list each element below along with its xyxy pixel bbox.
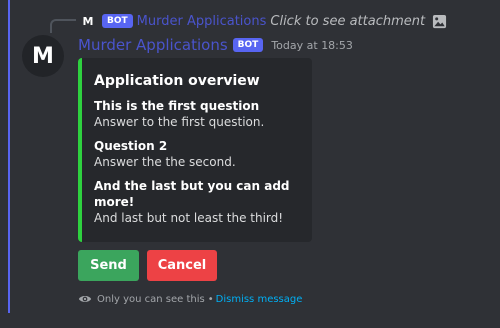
embed-field-value: Answer the the second. — [94, 155, 236, 169]
eye-icon — [78, 296, 92, 302]
embed-field: And the last but you can add more! And l… — [94, 178, 300, 226]
bot-badge: BOT — [232, 38, 264, 52]
application-embed: Application overview This is the first q… — [78, 58, 312, 242]
embed-field: This is the first question Answer to the… — [94, 98, 300, 130]
embed-field-name: And the last but you can add more! — [94, 179, 290, 209]
ephemeral-text: Only you can see this — [97, 293, 205, 305]
reply-connector — [50, 19, 76, 33]
reply-attachment-link[interactable]: Click to see attachment — [270, 14, 425, 29]
ephemeral-separator: • — [207, 293, 214, 305]
reply-author-name[interactable]: Murder Applications — [137, 14, 267, 29]
message-timestamp[interactable]: Today at 18:53 — [271, 39, 353, 52]
embed-field-value: And last but not least the third! — [94, 211, 284, 225]
reply-bot-badge: BOT — [102, 14, 133, 28]
cancel-button[interactable]: Cancel — [147, 250, 217, 281]
message-highlight-bar — [8, 0, 10, 313]
embed-field-name: This is the first question — [94, 99, 260, 113]
image-icon[interactable] — [432, 14, 447, 29]
reply-preview[interactable]: M BOT Murder Applications Click to see a… — [80, 12, 447, 30]
message-header: Murder Applications BOT Today at 18:53 — [78, 35, 353, 55]
embed-field-value: Answer to the first question. — [94, 115, 265, 129]
author-username[interactable]: Murder Applications — [78, 36, 228, 54]
reply-avatar[interactable]: M — [80, 13, 96, 29]
ephemeral-notice: Only you can see this • Dismiss message — [78, 291, 302, 307]
send-button[interactable]: Send — [78, 250, 139, 281]
dismiss-message-link[interactable]: Dismiss message — [216, 294, 303, 305]
embed-field-name: Question 2 — [94, 139, 168, 153]
embed-title: Application overview — [94, 73, 260, 89]
embed-field: Question 2 Answer the the second. — [94, 138, 300, 170]
author-avatar[interactable]: M — [22, 35, 64, 77]
